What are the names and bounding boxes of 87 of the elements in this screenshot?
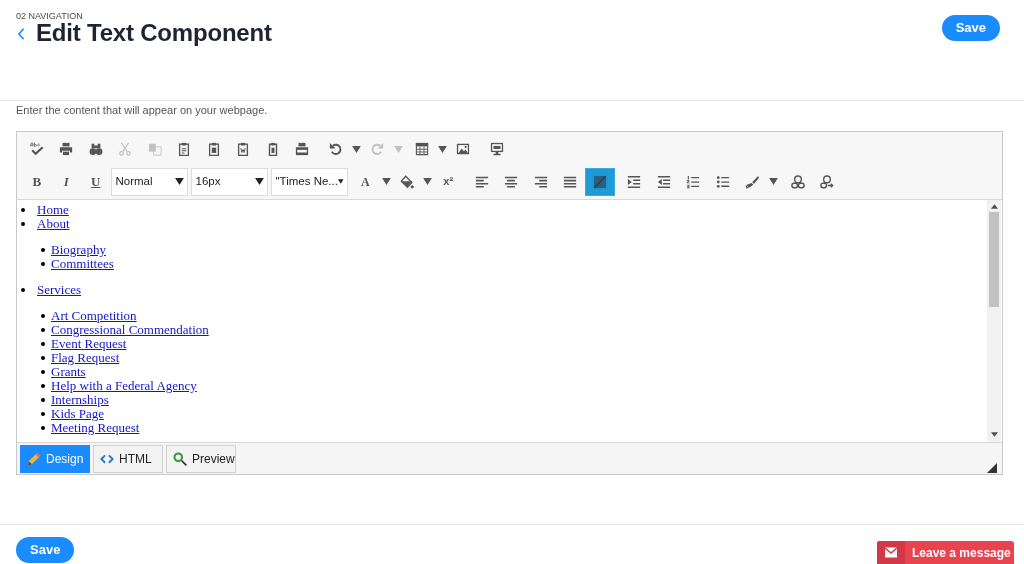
clipboard-icon (206, 142, 221, 156)
monitor-icon (489, 142, 504, 156)
bullet-icon (41, 342, 45, 346)
clipboard-icon (177, 142, 192, 156)
nav-link[interactable]: Event Request (51, 337, 127, 351)
font-color-button[interactable]: A (350, 167, 380, 196)
nav-link[interactable]: About (37, 217, 70, 231)
caret-icon (768, 178, 778, 185)
bullet-icon (41, 412, 45, 416)
nav-link[interactable]: Internships (51, 393, 109, 407)
bullet-icon (41, 356, 45, 360)
caret-icon (352, 145, 361, 153)
bullet-icon (41, 248, 45, 252)
bullet-icon (21, 288, 25, 292)
caret-icon (381, 178, 391, 185)
slashed-square-button[interactable] (585, 167, 615, 196)
page-title: Edit Text Component (36, 19, 272, 47)
envelope-icon (877, 541, 905, 564)
bullet-icon (41, 262, 45, 266)
printer-icon (295, 142, 310, 156)
brush-icon (745, 174, 760, 189)
bullet-icon (41, 384, 45, 388)
image-icon (456, 142, 471, 156)
mode-tab[interactable]: Preview (166, 444, 236, 473)
slashed-square-icon (592, 174, 607, 189)
table-icon (414, 142, 429, 156)
breadcrumb-text: 02 NAVIGATION (16, 11, 84, 21)
underline-button[interactable]: U (81, 167, 111, 196)
numbered-list-icon (686, 174, 701, 189)
nav-link[interactable]: Art Competition (51, 309, 137, 323)
align-left-icon (474, 174, 489, 189)
bullet-icon (41, 398, 45, 402)
chevron-left-icon[interactable] (17, 28, 25, 40)
caret-icon (393, 145, 403, 153)
nav-link[interactable]: Kids Page (51, 407, 105, 421)
nav-link[interactable]: Services (37, 283, 82, 297)
paint-bucket-icon (399, 174, 414, 189)
superscript-button[interactable]: x² (433, 167, 463, 196)
unlink-icon (820, 174, 835, 189)
caret-icon (423, 178, 432, 185)
bullet-icon (41, 314, 45, 318)
resize-grip-icon[interactable] (987, 463, 997, 473)
clipboard-icon (236, 142, 251, 156)
font-family-select[interactable]: "Times Ne... (270, 167, 348, 196)
leave-message-button[interactable]: Leave a message (877, 541, 1014, 564)
indent-icon (627, 174, 642, 189)
align-center-icon (504, 174, 519, 189)
bullet-icon (41, 328, 45, 332)
align-right-icon (533, 174, 548, 189)
nav-link[interactable]: Biography (51, 243, 106, 257)
nav-link[interactable]: Congressional Commendation (51, 323, 209, 337)
mode-tab[interactable]: HTML (93, 444, 163, 473)
caret-icon (174, 178, 184, 185)
undo-icon (328, 142, 343, 156)
nav-link[interactable]: Flag Request (51, 351, 120, 365)
copy-icon (147, 142, 162, 156)
redo-icon (370, 142, 385, 156)
bold-button[interactable]: B (22, 167, 52, 196)
font-size-select[interactable]: 16px (190, 167, 268, 196)
scroll-down-icon[interactable] (990, 432, 998, 437)
format-select[interactable]: Normal (110, 167, 188, 196)
magnifier-icon (173, 451, 187, 466)
caret-icon (337, 178, 344, 185)
pencil-icon (27, 451, 41, 466)
description-text: Enter the content that will appear on your webpage. (15, 103, 269, 117)
caret-icon (438, 145, 447, 153)
bullet-icon (41, 370, 45, 374)
bullet-icon (41, 426, 45, 430)
nav-link[interactable]: Home (37, 203, 69, 217)
binoculars-icon (88, 142, 103, 156)
nav-link[interactable]: Help with a Federal Agency (51, 379, 197, 393)
justify-icon (563, 174, 578, 189)
scroll-up-icon[interactable] (990, 204, 998, 209)
scissors-icon (118, 142, 133, 156)
caret-icon (254, 178, 264, 185)
bullet-icon (21, 208, 25, 212)
printer-icon (59, 142, 74, 156)
bullet-icon (21, 222, 25, 226)
bullet-list-icon (715, 174, 730, 189)
nav-link[interactable]: Meeting Request (51, 421, 140, 435)
spellcheck-icon (29, 142, 44, 156)
nav-link[interactable]: Committees (51, 257, 114, 271)
nav-link[interactable]: Grants (51, 365, 86, 379)
scrollbar-thumb[interactable] (989, 212, 999, 307)
link-icon (790, 174, 805, 189)
italic-button[interactable]: I (51, 167, 81, 196)
outdent-icon (656, 174, 671, 189)
